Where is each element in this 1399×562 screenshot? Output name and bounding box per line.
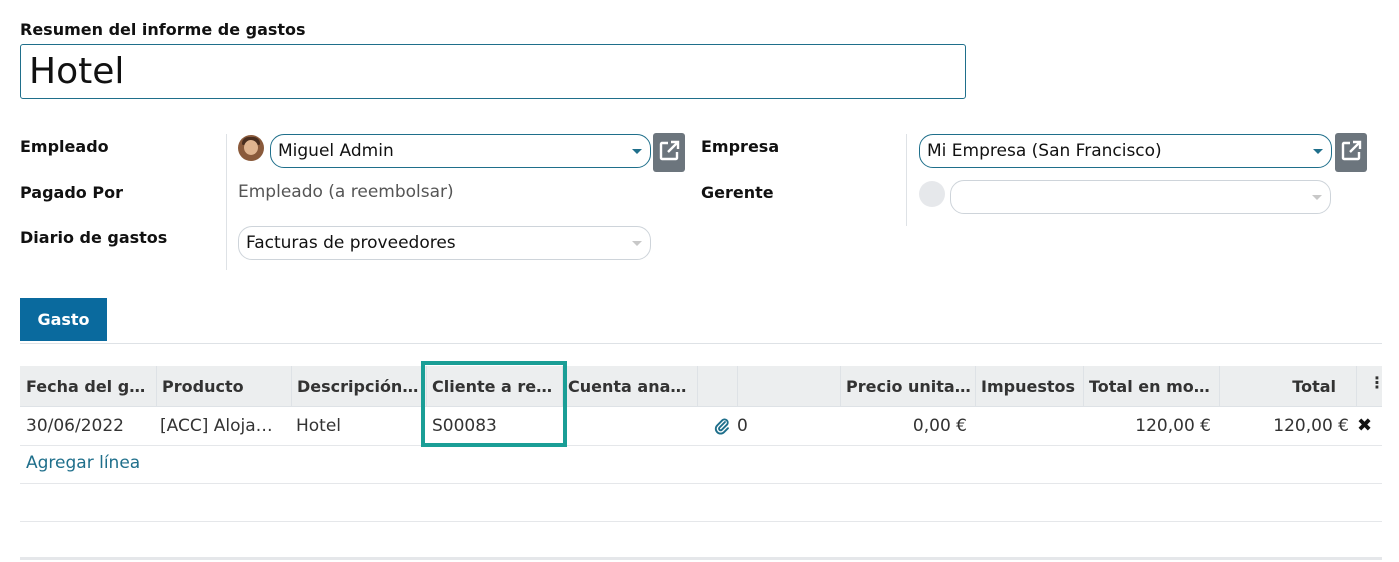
- external-link-icon: [658, 140, 680, 166]
- employee-avatar: [238, 135, 264, 161]
- cell-attachment-count: 0: [737, 416, 748, 436]
- empty-row-divider: [20, 483, 1382, 484]
- column-header-total[interactable]: Total: [1219, 366, 1344, 407]
- column-header-taxes[interactable]: Impuestos: [975, 366, 1083, 407]
- chevron-down-icon: [1312, 195, 1322, 200]
- column-header-attachments: [697, 366, 737, 407]
- close-icon[interactable]: ✖: [1357, 415, 1372, 436]
- right-group-divider: [906, 134, 907, 226]
- column-header-total-currency[interactable]: Total en mo…: [1083, 366, 1219, 407]
- employee-select-value: Miguel Admin: [278, 141, 394, 161]
- cell-taxes[interactable]: [975, 407, 1083, 445]
- cell-product[interactable]: [ACC] Aloja…: [154, 407, 291, 445]
- highlight-box: [421, 361, 567, 447]
- empty-row-divider: [20, 521, 1382, 522]
- summary-input-value: Hotel: [29, 51, 125, 92]
- tab-underline: [20, 343, 1382, 344]
- tab-gasto-label: Gasto: [37, 310, 90, 329]
- column-header-blank: [737, 366, 840, 407]
- table-footer: [20, 557, 1382, 560]
- chevron-down-icon: [632, 149, 642, 154]
- cell-unit-price[interactable]: 0,00 €: [840, 407, 975, 445]
- column-header-product[interactable]: Producto: [156, 366, 291, 407]
- column-header-unit-price[interactable]: Precio unita…: [840, 366, 975, 407]
- journal-select[interactable]: Facturas de proveedores: [238, 226, 651, 260]
- summary-label: Resumen del informe de gastos: [20, 20, 306, 39]
- manager-avatar-placeholder: [919, 181, 945, 207]
- paid-by-label: Pagado Por: [20, 183, 123, 202]
- table-header: Fecha del g… Producto Descripción… Clien…: [20, 366, 1382, 407]
- employee-select[interactable]: Miguel Admin: [270, 134, 651, 168]
- cell-analytic-account[interactable]: [562, 407, 697, 445]
- paid-by-value: Empleado (a reembolsar): [238, 182, 454, 202]
- column-header-date[interactable]: Fecha del g…: [20, 366, 156, 407]
- column-header-description[interactable]: Descripción…: [291, 366, 426, 407]
- kebab-menu-icon[interactable]: ⋮: [1369, 375, 1385, 391]
- journal-select-value: Facturas de proveedores: [246, 233, 456, 253]
- journal-label: Diario de gastos: [20, 228, 168, 247]
- cell-total-currency: 120,00 €: [1135, 416, 1211, 436]
- employee-external-link-button[interactable]: [653, 133, 685, 172]
- summary-input[interactable]: Hotel: [20, 44, 966, 99]
- tab-gasto[interactable]: Gasto: [20, 298, 107, 341]
- cell-description[interactable]: Hotel: [290, 407, 426, 445]
- column-header-analytic-account[interactable]: Cuenta ana…: [562, 366, 697, 407]
- company-external-link-button[interactable]: [1335, 133, 1367, 172]
- company-select-value: Mi Empresa (San Francisco): [927, 141, 1162, 161]
- chevron-down-icon: [632, 241, 642, 246]
- external-link-icon: [1340, 140, 1362, 166]
- company-select[interactable]: Mi Empresa (San Francisco): [919, 134, 1332, 168]
- cell-total: 120,00 €: [1273, 416, 1349, 436]
- add-line-link[interactable]: Agregar línea: [26, 453, 140, 473]
- chevron-down-icon: [1313, 149, 1323, 154]
- table-row[interactable]: 30/06/2022 [ACC] Aloja… Hotel S00083 0 0…: [20, 407, 1382, 446]
- cell-date[interactable]: 30/06/2022: [20, 407, 156, 445]
- left-group-divider: [226, 134, 227, 270]
- employee-label: Empleado: [20, 137, 109, 156]
- manager-select[interactable]: [950, 180, 1331, 214]
- manager-label: Gerente: [701, 183, 774, 202]
- company-label: Empresa: [701, 137, 780, 156]
